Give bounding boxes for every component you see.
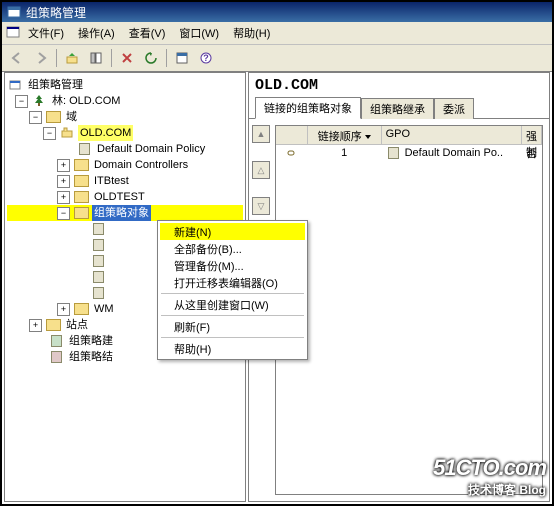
properties-button[interactable] (171, 47, 193, 69)
svg-text:?: ? (203, 53, 209, 63)
gpo-icon (90, 286, 106, 300)
tree-forest[interactable]: 林: OLD.COM (50, 93, 122, 109)
expander-plus-icon[interactable]: + (57, 175, 70, 188)
move-up-button[interactable]: △ (252, 161, 270, 179)
delete-button[interactable] (116, 47, 138, 69)
gpo-icon (90, 238, 106, 252)
tree-domains[interactable]: 域 (64, 109, 79, 125)
tree-gpresults[interactable]: 组策略结 (67, 349, 115, 365)
context-menu: 新建(N) 全部备份(B)... 管理备份(M)... 打开迁移表编辑器(O) … (157, 220, 308, 360)
folder-icon (73, 302, 89, 316)
cm-help[interactable]: 帮助(H) (160, 340, 305, 357)
cm-new[interactable]: 新建(N) (160, 223, 305, 240)
mmc-icon (6, 25, 20, 42)
expander-plus-icon[interactable]: + (57, 303, 70, 316)
help-button[interactable]: ? (195, 47, 217, 69)
menubar: 文件(F) 操作(A) 查看(V) 窗口(W) 帮助(H) (2, 22, 552, 45)
cm-new-window[interactable]: 从这里创建窗口(W) (160, 296, 305, 313)
link-icon (276, 145, 308, 161)
toolbar-separator (56, 49, 57, 67)
results-icon (48, 350, 64, 364)
toolbar: ? (2, 45, 552, 72)
menu-window[interactable]: 窗口(W) (173, 24, 225, 42)
gpo-icon (386, 146, 402, 160)
cell-enforced: 否 (522, 145, 542, 161)
menu-file[interactable]: 文件(F) (22, 24, 70, 42)
cm-separator (161, 293, 304, 294)
tree-dc[interactable]: Domain Controllers (92, 157, 190, 173)
folder-icon (45, 110, 61, 124)
gpo-link-icon (76, 142, 92, 156)
sort-asc-icon (365, 135, 371, 139)
tab-delegation[interactable]: 委派 (434, 98, 474, 119)
tab-strip: 链接的组策略对象 组策略继承 委派 (249, 96, 549, 119)
cell-gpo: Default Domain Po.. (382, 145, 522, 161)
modeling-icon (48, 334, 64, 348)
forest-icon (31, 94, 47, 108)
cm-separator (161, 315, 304, 316)
toolbar-separator (111, 49, 112, 67)
expander-minus-icon[interactable]: − (43, 127, 56, 140)
expander-minus-icon[interactable]: − (29, 111, 42, 124)
move-top-button[interactable]: ▲ (252, 125, 270, 143)
toolbar-separator (166, 49, 167, 67)
gpm-root-icon (7, 78, 23, 92)
ou-icon (73, 190, 89, 204)
app-icon (6, 4, 22, 20)
ou-icon (73, 158, 89, 172)
gpo-icon (90, 254, 106, 268)
table-row[interactable]: 1 Default Domain Po.. 否 (276, 145, 542, 161)
expander-minus-icon[interactable]: − (15, 95, 28, 108)
cm-manage-backups[interactable]: 管理备份(M)... (160, 257, 305, 274)
cm-refresh[interactable]: 刷新(F) (160, 318, 305, 335)
cm-separator (161, 337, 304, 338)
tree-oldtest[interactable]: OLDTEST (92, 189, 147, 205)
domain-icon (59, 126, 75, 140)
tab-inheritance[interactable]: 组策略继承 (361, 98, 434, 119)
tree-gpo-container[interactable]: 组策略对象 (92, 205, 151, 221)
col-link-order[interactable]: 链接顺序 (308, 126, 382, 144)
up-button[interactable] (61, 47, 83, 69)
folder-icon (45, 318, 61, 332)
show-hide-tree-button[interactable] (85, 47, 107, 69)
expander-plus-icon[interactable]: + (29, 319, 42, 332)
refresh-button[interactable] (140, 47, 162, 69)
grid-header: 链接顺序 GPO 强制 (276, 126, 542, 145)
col-gpo[interactable]: GPO (382, 126, 522, 144)
cm-backup-all[interactable]: 全部备份(B)... (160, 240, 305, 257)
detail-heading: OLD.COM (249, 73, 549, 96)
expander-plus-icon[interactable]: + (57, 159, 70, 172)
menu-view[interactable]: 查看(V) (123, 24, 172, 42)
tree-gpmodeling[interactable]: 组策略建 (67, 333, 115, 349)
expander-minus-icon[interactable]: − (57, 207, 70, 220)
tree-itb[interactable]: ITBtest (92, 173, 131, 189)
linked-gpo-list: 链接顺序 GPO 强制 1 Default Domain Po.. 否 (275, 125, 543, 495)
move-down-button[interactable]: ▽ (252, 197, 270, 215)
window-title: 组策略管理 (26, 4, 86, 21)
gpo-container-icon (73, 206, 89, 220)
gpo-icon (90, 222, 106, 236)
cm-open-migration[interactable]: 打开迁移表编辑器(O) (160, 274, 305, 291)
window-titlebar: 组策略管理 (2, 2, 552, 22)
back-button[interactable] (6, 47, 28, 69)
tree-domain[interactable]: OLD.COM (78, 125, 133, 141)
tab-linked-gpo[interactable]: 链接的组策略对象 (255, 97, 361, 119)
cell-order: 1 (308, 145, 382, 161)
col-enforced[interactable]: 强制 (522, 126, 542, 144)
tree-root[interactable]: 组策略管理 (26, 77, 85, 93)
ou-icon (73, 174, 89, 188)
forward-button[interactable] (30, 47, 52, 69)
tree-ddp[interactable]: Default Domain Policy (95, 141, 207, 157)
menu-action[interactable]: 操作(A) (72, 24, 121, 42)
expander-plus-icon[interactable]: + (57, 191, 70, 204)
gpo-icon (90, 270, 106, 284)
tree-sites[interactable]: 站点 (64, 317, 90, 333)
menu-help[interactable]: 帮助(H) (227, 24, 276, 42)
tree-wmi[interactable]: WM (92, 301, 116, 317)
